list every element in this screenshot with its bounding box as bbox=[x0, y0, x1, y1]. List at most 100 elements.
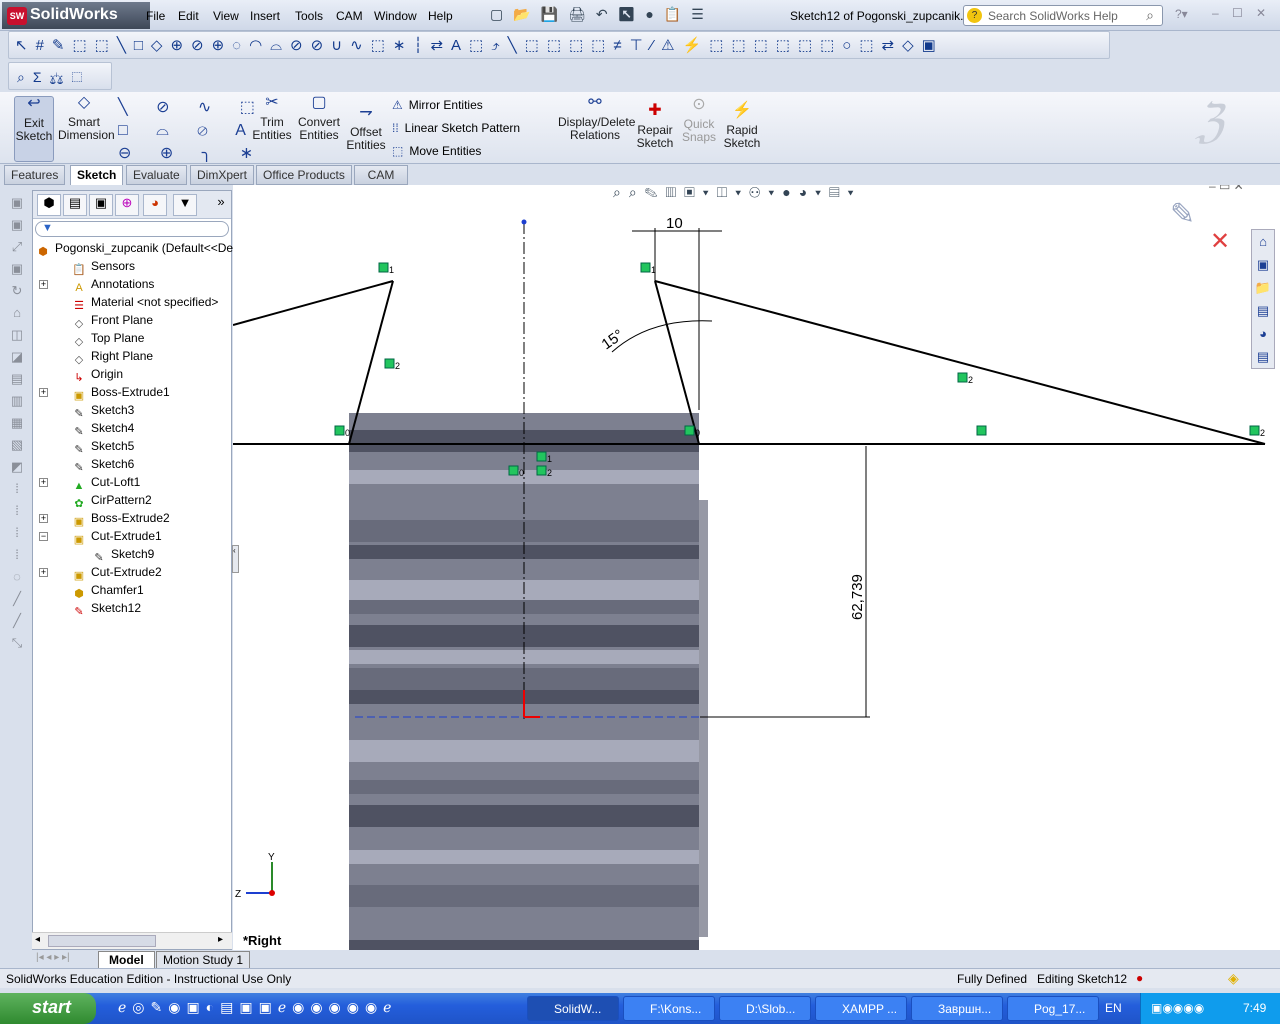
tree-item[interactable]: ☰ Material <not specified> bbox=[71, 293, 218, 312]
tree-item[interactable]: ▣ Boss-Extrude2 bbox=[71, 509, 170, 528]
sketch-entity-tools[interactable]: ╲ ⊘ ∿ ⬚ □ ⌓ ⊘ A ⊖ ⊕ ╮ ∗ bbox=[118, 96, 267, 165]
tree-item[interactable]: ◇ Top Plane bbox=[71, 329, 145, 348]
tree-collapse-handle[interactable]: ‹ bbox=[232, 545, 239, 573]
tab-model[interactable]: Model bbox=[98, 951, 155, 969]
move-entities-button[interactable]: ⬚ Move Entities bbox=[392, 144, 481, 158]
language-indicator[interactable]: EN bbox=[1105, 1001, 1122, 1015]
tray-icons[interactable]: ▣◉◉◉◉ bbox=[1151, 1001, 1204, 1015]
dimension-10-label[interactable]: 10 bbox=[666, 215, 683, 232]
angle-dimension-label[interactable]: 15° bbox=[599, 326, 627, 353]
linear-pattern-button[interactable]: ⁞⁞ Linear Sketch Pattern bbox=[392, 121, 520, 135]
smart-dimension-button[interactable]: ◇ Smart Dimension bbox=[58, 95, 115, 142]
tree-item[interactable]: ◇ Right Plane bbox=[71, 347, 153, 366]
tree-item[interactable]: ✎ Sketch3 bbox=[71, 401, 134, 420]
cam-tab-icon[interactable]: ▼ bbox=[173, 194, 197, 216]
taskbar-item[interactable]: F:\Kons... bbox=[623, 996, 715, 1021]
taskbar-item[interactable]: Pog_17... bbox=[1007, 996, 1099, 1021]
taskbar-item[interactable]: SolidW... bbox=[527, 996, 619, 1021]
tree-root[interactable]: ⬢ Pogonski_zupcanik (Default<<Defau bbox=[35, 239, 250, 258]
offset-entities-button[interactable]: ⇁ Offset Entities bbox=[346, 105, 386, 152]
dimxpert-tab-icon[interactable]: ⊕ bbox=[115, 194, 139, 216]
close-button[interactable]: ✕ bbox=[1256, 6, 1266, 20]
angle-dimension-arc[interactable] bbox=[611, 320, 713, 353]
quick-launch-icons[interactable]: ℯ◎✎◉▣◐▤▣▣ℯ◉◉◉◉◉ℯ bbox=[118, 999, 397, 1016]
menu-tools[interactable]: Tools bbox=[295, 9, 323, 23]
expand-toggle[interactable]: + bbox=[39, 478, 48, 487]
tree-item[interactable]: 📋 Sensors bbox=[71, 257, 135, 276]
property-manager-tab-icon[interactable]: ▤ bbox=[63, 194, 87, 216]
sketch-canvas[interactable]: 10 15° 62,739 1 2 0 1 2 0 2 1 2 0 Y Z bbox=[233, 185, 1280, 950]
dimension-height[interactable] bbox=[700, 446, 870, 718]
tab-cam[interactable]: CAM bbox=[354, 165, 408, 185]
feature-manager-tab-icon[interactable]: ⬢ bbox=[37, 194, 61, 216]
heads-up-view-toolbar[interactable]: ⌕⌕✎▥▣▾◫▾⚇▾●◕▾▤▾ bbox=[613, 185, 862, 201]
confirm-corner-exit-sketch-icon[interactable]: ✎ bbox=[1170, 197, 1195, 232]
dimension-10[interactable] bbox=[632, 228, 722, 410]
tree-item[interactable]: ↳ Origin bbox=[71, 365, 123, 384]
maximize-button[interactable]: ☐ bbox=[1232, 6, 1243, 20]
expand-toggle[interactable]: + bbox=[39, 514, 48, 523]
rebuild-indicator-icon[interactable]: ● bbox=[1136, 971, 1143, 985]
display-delete-relations-button[interactable]: ⚯ Display/Delete Relations bbox=[558, 95, 635, 142]
centerline-endpoint[interactable] bbox=[521, 219, 527, 225]
menu-window[interactable]: Window bbox=[374, 9, 417, 23]
tag-icon[interactable]: ◈ bbox=[1228, 970, 1239, 987]
viewport-window-controls[interactable]: – ▭ ✕ bbox=[1209, 185, 1244, 193]
quick-snaps-button[interactable]: ⊙ Quick Snaps bbox=[680, 97, 718, 144]
solidworks-logo[interactable]: SW SolidWorks bbox=[2, 2, 150, 29]
tree-item[interactable]: ▣ Cut-Extrude2 bbox=[71, 563, 162, 582]
features-side-toolbar[interactable]: ▣ ▣ ⤢ ▣ ↻ ⌂ ◫ ◪ ▤ ▥ ▦ ▧ ◩ ⁞ ⁞ ⁞ ⁞ ◌ ╱ ╱ ⤡ bbox=[4, 195, 30, 715]
graphics-area[interactable]: 10 15° 62,739 1 2 0 1 2 0 2 1 2 0 Y Z ⌕⌕✎▥▣▾◫▾⚇▾●… bbox=[233, 185, 1280, 950]
task-pane-tabs[interactable]: ⌂ ▣ 📁 ▤ ◕ ▤ bbox=[1251, 229, 1275, 369]
tree-item[interactable]: ▲ Cut-Loft1 bbox=[71, 473, 141, 492]
expand-toggle[interactable]: + bbox=[39, 568, 48, 577]
tab-motion-study[interactable]: Motion Study 1 bbox=[156, 951, 251, 969]
measure-icons[interactable]: ⌕Σ⚖⬚ bbox=[17, 63, 90, 91]
configuration-manager-tab-icon[interactable]: ▣ bbox=[89, 194, 113, 216]
tab-scroll-arrows[interactable]: |◂ ◂ ▸ ▸| bbox=[36, 952, 70, 963]
tree-item[interactable]: ✎ Sketch9 bbox=[91, 545, 154, 564]
dimension-height-label[interactable]: 62,739 bbox=[849, 574, 866, 620]
menu-insert[interactable]: Insert bbox=[250, 9, 280, 23]
tree-item[interactable]: ✎ Sketch4 bbox=[71, 419, 134, 438]
expand-toggle[interactable]: + bbox=[39, 280, 48, 289]
tree-filter-input[interactable]: ▼ bbox=[35, 221, 229, 237]
tree-item[interactable]: ✿ CirPattern2 bbox=[71, 491, 151, 510]
minimize-button[interactable]: – bbox=[1212, 6, 1219, 20]
tree-item[interactable]: ✎ Sketch5 bbox=[71, 437, 134, 456]
taskbar-item[interactable]: Завршн... bbox=[911, 996, 1003, 1021]
trim-entities-button[interactable]: ✂ Trim Entities bbox=[252, 95, 292, 142]
taskbar-item[interactable]: XAMPP ... bbox=[815, 996, 907, 1021]
convert-entities-button[interactable]: ▢ Convert Entities bbox=[296, 95, 342, 142]
menu-file[interactable]: File bbox=[146, 9, 165, 23]
exit-sketch-button[interactable]: ↩ Exit Sketch bbox=[14, 96, 54, 162]
menu-view[interactable]: View bbox=[213, 9, 239, 23]
menu-edit[interactable]: Edit bbox=[178, 9, 199, 23]
expand-toggle[interactable]: − bbox=[39, 532, 48, 541]
mirror-entities-button[interactable]: ⚠ Mirror Entities bbox=[392, 98, 483, 112]
repair-sketch-button[interactable]: ✚ Repair Sketch bbox=[636, 103, 674, 150]
tree-item[interactable]: ✎ Sketch6 bbox=[71, 455, 134, 474]
menu-help[interactable]: Help bbox=[428, 9, 453, 23]
menu-cam[interactable]: CAM bbox=[336, 9, 363, 23]
expand-toggle[interactable]: + bbox=[39, 388, 48, 397]
tree-item[interactable]: ▣ Boss-Extrude1 bbox=[71, 383, 170, 402]
help-search-input[interactable]: ? Search SolidWorks Help ⌕ bbox=[963, 5, 1163, 26]
sketch-tool-icons[interactable]: ↖#✎⬚⬚╲□◇⊕⊘⊕◌◠⌓⊘⊘∪∿⬚∗┆⇄A⬚⤴╲⬚⬚⬚⬚≠⊤⁄⚠⚡⬚⬚⬚⬚⬚… bbox=[15, 32, 944, 60]
expand-tabs-icon[interactable]: » bbox=[209, 194, 233, 216]
tree-item[interactable]: ▣ Cut-Extrude1 bbox=[71, 527, 162, 546]
help-button[interactable]: ?▾ bbox=[1175, 7, 1188, 21]
tab-office-products[interactable]: Office Products bbox=[256, 165, 352, 185]
start-button[interactable]: start bbox=[0, 993, 96, 1024]
quick-access-icons[interactable]: ▢📂💾🖨↶↖●📋☰ bbox=[490, 6, 714, 23]
tree-item[interactable]: ◇ Front Plane bbox=[71, 311, 153, 330]
display-manager-tab-icon[interactable]: ◕ bbox=[143, 194, 167, 216]
confirm-corner-cancel-icon[interactable]: ✕ bbox=[1210, 227, 1230, 256]
taskbar-item[interactable]: D:\Slob... bbox=[719, 996, 811, 1021]
search-icon[interactable]: ⌕ bbox=[1146, 7, 1154, 24]
tree-item[interactable]: ⬢ Chamfer1 bbox=[71, 581, 144, 600]
tree-horizontal-scrollbar[interactable]: ◂ ▸ bbox=[32, 932, 232, 949]
tab-dimxpert[interactable]: DimXpert bbox=[190, 165, 255, 185]
tree-item[interactable]: ✎ Sketch12 bbox=[71, 599, 141, 618]
tab-features[interactable]: Features bbox=[4, 165, 66, 185]
